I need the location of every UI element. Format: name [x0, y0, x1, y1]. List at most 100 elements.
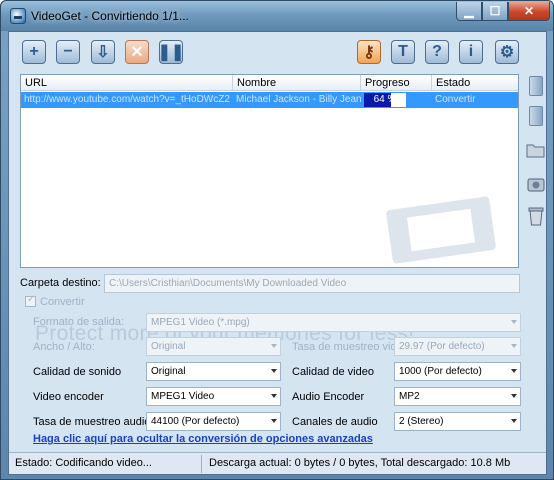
audio-rate-select[interactable]: 44100 (Por defecto)	[146, 412, 281, 431]
help-icon: ?	[432, 43, 442, 60]
column-url[interactable]: URL	[21, 75, 233, 91]
audio-encoder-select[interactable]: MP2	[394, 387, 521, 406]
hide-advanced-link[interactable]: Haga clic aquí para ocultar la conversió…	[33, 433, 373, 445]
download-icon: ⇩	[96, 44, 110, 61]
sound-quality-select[interactable]: Original	[146, 362, 281, 381]
info-button[interactable]: i	[459, 40, 483, 64]
video-encoder-value: MPEG1 Video	[151, 391, 215, 402]
chevron-down-icon	[271, 394, 277, 398]
chevron-down-icon	[511, 320, 517, 324]
audio-encoder-label: Audio Encoder	[292, 391, 365, 403]
key-icon: ⚷	[363, 44, 375, 61]
video-quality-label: Calidad de video	[292, 366, 374, 378]
pause-icon: ❚❚	[157, 44, 185, 61]
options-icon: ⚙	[499, 44, 515, 61]
video-encoder-select[interactable]: MPEG1 Video	[146, 387, 281, 406]
audio-rate-label: Tasa de muestreo audio:	[33, 416, 154, 428]
close-button[interactable]: ✕	[508, 2, 550, 21]
size-label: Ancho / Alto:	[33, 341, 95, 353]
settings-icon: T	[398, 43, 408, 60]
column-name[interactable]: Nombre	[233, 75, 361, 91]
chevron-down-icon	[271, 369, 277, 373]
row-progress-bar: 64 %	[364, 93, 406, 107]
video-quality-select[interactable]: 1000 (Por defecto)	[394, 362, 521, 381]
channels-value: 2 (Stereo)	[399, 416, 444, 427]
minimize-button[interactable]: ▁	[456, 2, 482, 21]
cancel-icon: ✕	[130, 44, 144, 61]
recycle-bin-button[interactable]	[525, 204, 547, 228]
list-header: URL Nombre Progreso Estado	[21, 75, 518, 91]
column-progress[interactable]: Progreso	[361, 75, 432, 91]
chevron-down-icon	[271, 344, 277, 348]
list-item[interactable]: http://www.youtube.com/watch?v=_tHoDWcZ2…	[21, 92, 518, 108]
toolbar: + − ⇩ ✕ ❚❚ ⚷ T ? i ⚙	[9, 32, 546, 70]
main-window: VideoGet - Convirtiendo 1/1... ▁ ☐ ✕ + −…	[0, 0, 554, 480]
status-separator	[201, 455, 202, 473]
video-quality-value: 1000 (Por defecto)	[399, 366, 482, 377]
move-down-icon	[529, 106, 543, 126]
film-watermark-icon	[386, 196, 496, 264]
chevron-down-icon	[271, 419, 277, 423]
chevron-down-icon	[511, 369, 517, 373]
size-select[interactable]: Original	[146, 337, 281, 356]
video-rate-select[interactable]: 29.97 (Por defecto)	[394, 337, 521, 356]
pause-button[interactable]: ❚❚	[157, 40, 185, 64]
camera-icon	[527, 178, 545, 192]
audio-rate-value: 44100 (Por defecto)	[151, 416, 240, 427]
help-button[interactable]: ?	[425, 40, 449, 64]
dest-folder-field[interactable]: C:\Users\Cristhian\Documents\My Download…	[104, 274, 520, 293]
row-name: Michael Jackson - Billy Jean	[236, 94, 361, 105]
add-button[interactable]: +	[22, 40, 46, 64]
output-format-value: MPEG1 Video (*.mpg)	[151, 317, 250, 328]
status-state: Estado: Codificando video...	[15, 457, 152, 469]
size-value: Original	[151, 341, 186, 352]
channels-label: Canales de audio	[292, 416, 378, 428]
sound-quality-value: Original	[151, 366, 186, 377]
window-title: VideoGet - Convirtiendo 1/1...	[31, 9, 189, 23]
convert-label: Convertir	[40, 296, 85, 308]
sound-quality-label: Calidad de sonido	[33, 366, 122, 378]
row-status: Convertir	[435, 94, 476, 105]
snapshot-button[interactable]	[525, 172, 547, 196]
minimize-icon: ▁	[464, 4, 474, 18]
add-icon: +	[29, 43, 39, 60]
column-status[interactable]: Estado	[432, 75, 518, 91]
status-bar: Estado: Codificando video... Descarga ac…	[9, 452, 546, 474]
settings-button[interactable]: T	[391, 40, 415, 64]
remove-button[interactable]: −	[56, 40, 80, 64]
folder-open-icon	[526, 144, 545, 158]
dest-folder-label: Carpeta destino:	[20, 277, 101, 289]
chevron-down-icon	[511, 344, 517, 348]
video-encoder-label: Video encoder	[33, 391, 104, 403]
dest-folder-value: C:\Users\Cristhian\Documents\My Download…	[109, 278, 347, 289]
info-icon: i	[468, 43, 474, 60]
remove-icon: −	[63, 43, 73, 60]
row-url: http://www.youtube.com/watch?v=_tHoDWcZ2	[24, 94, 230, 105]
audio-encoder-value: MP2	[399, 391, 420, 402]
options-button[interactable]: ⚙	[495, 40, 519, 64]
move-up-button[interactable]	[525, 74, 547, 98]
title-bar[interactable]: VideoGet - Convirtiendo 1/1... ▁ ☐ ✕	[1, 1, 553, 31]
cancel-button[interactable]: ✕	[125, 40, 149, 64]
maximize-button[interactable]: ☐	[482, 2, 508, 21]
client-area: + − ⇩ ✕ ❚❚ ⚷ T ? i ⚙ URL Nombre Progreso…	[8, 31, 547, 475]
move-down-button[interactable]	[525, 104, 547, 128]
output-format-select[interactable]: MPEG1 Video (*.mpg)	[146, 313, 521, 332]
open-folder-button[interactable]	[525, 138, 547, 162]
channels-select[interactable]: 2 (Stereo)	[394, 412, 521, 431]
move-up-icon	[529, 76, 543, 96]
row-progress-text: 64 %	[373, 94, 397, 105]
close-icon: ✕	[523, 4, 535, 18]
convert-checkbox[interactable]	[25, 294, 36, 307]
register-button[interactable]: ⚷	[357, 40, 381, 64]
status-downloads: Descarga actual: 0 bytes / 0 bytes, Tota…	[209, 457, 511, 469]
download-button[interactable]: ⇩	[91, 40, 115, 64]
app-icon	[10, 8, 26, 24]
download-list[interactable]: URL Nombre Progreso Estado http://www.yo…	[20, 74, 519, 268]
recycle-bin-icon	[528, 207, 544, 226]
maximize-icon: ☐	[489, 4, 501, 18]
video-rate-value: 29.97 (Por defecto)	[399, 341, 485, 352]
chevron-down-icon	[511, 394, 517, 398]
chevron-down-icon	[511, 419, 517, 423]
output-format-label: Formato de salida:	[33, 316, 125, 328]
